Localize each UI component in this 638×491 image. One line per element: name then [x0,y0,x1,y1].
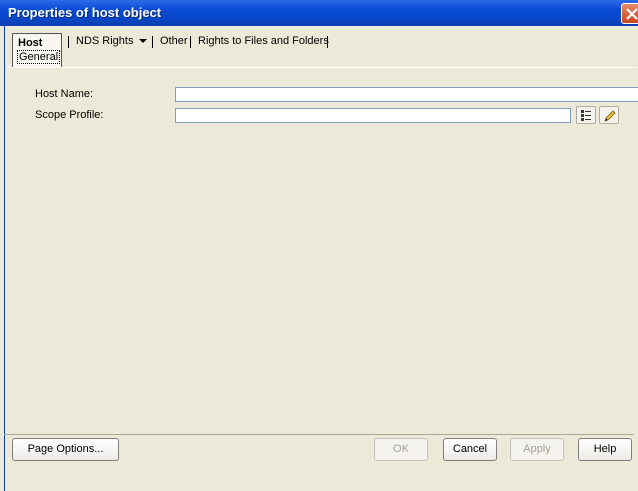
tab-separator [68,36,69,48]
subtab-general[interactable]: General [17,50,61,64]
cancel-button[interactable]: Cancel [443,438,497,461]
close-button[interactable] [621,3,638,24]
tab-separator [152,36,153,48]
dropdown-arrow-icon [139,39,148,44]
browse-button[interactable] [576,106,596,124]
page-options-button[interactable]: Page Options... [12,438,119,461]
tab-other[interactable]: Other [155,33,195,50]
apply-button[interactable]: Apply [510,438,564,461]
scope-profile-input[interactable] [175,108,571,123]
help-button[interactable]: Help [578,438,632,461]
browse-list-icon [581,110,591,121]
title-bar[interactable]: Properties of host object [0,0,638,26]
host-name-label: Host Name: [35,88,94,100]
tab-nds-rights[interactable]: NDS Rights [71,33,151,50]
tab-rights-to-files-and-folders[interactable]: Rights to Files and Folders [193,33,333,50]
pencil-icon [604,110,616,122]
tab-separator [327,36,328,48]
tab-host-label: Host [18,37,43,49]
edit-button[interactable] [599,106,619,124]
tab-nds-rights-label: NDS Rights [76,35,134,47]
window-body: Host General NDS Rights Other Rights to … [4,26,638,491]
close-icon [626,8,638,20]
tab-other-label: Other [160,35,188,47]
scope-profile-label: Scope Profile: [35,109,104,121]
host-name-input[interactable] [175,87,638,102]
window-title: Properties of host object [8,5,162,20]
footer-divider [4,434,634,435]
general-panel: Host Name: Scope Profile: [7,67,638,464]
tab-host[interactable]: Host General [12,33,62,68]
tab-separator [190,36,191,48]
tab-rights-files-label: Rights to Files and Folders [198,35,329,47]
ok-button[interactable]: OK [374,438,428,461]
